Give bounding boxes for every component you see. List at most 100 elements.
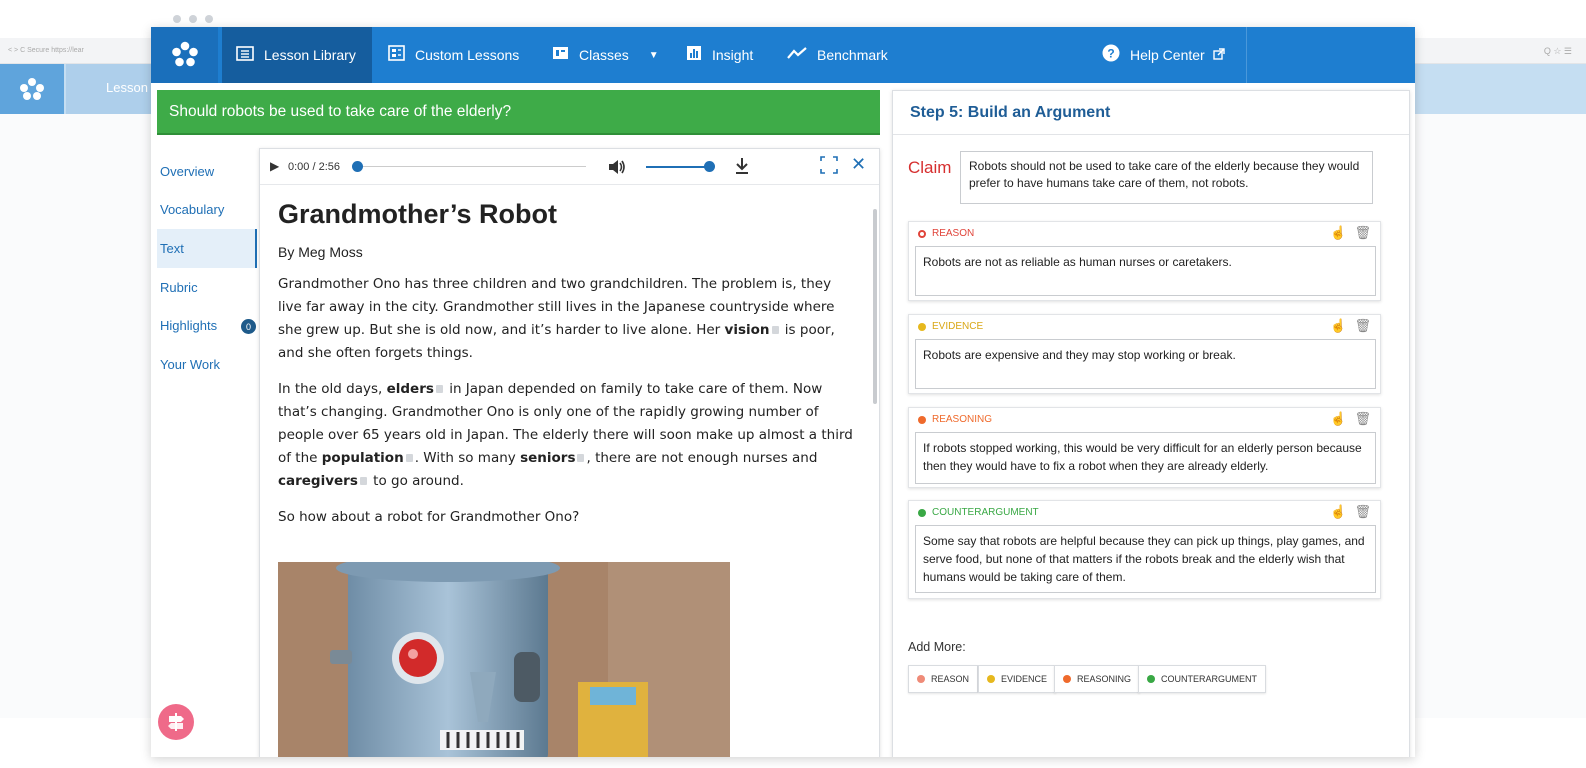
volume-slider[interactable]	[646, 166, 710, 168]
add-button-label: COUNTERARGUMENT	[1161, 674, 1257, 684]
card-type-label: EVIDENCE	[918, 321, 983, 332]
sidebar-item-overview[interactable]: Overview	[157, 152, 257, 191]
window-dots	[173, 10, 221, 28]
close-icon[interactable]: ✕	[851, 154, 866, 175]
nav-insight-label: Insight	[712, 47, 754, 63]
sidebar-item-label: Text	[160, 240, 184, 256]
drag-handle-icon[interactable]: ☝	[1330, 504, 1346, 519]
card-actions: ☝ 🗑	[1330, 504, 1371, 520]
guide-signpost-button[interactable]	[158, 704, 194, 740]
trash-icon[interactable]: 🗑	[1354, 504, 1371, 519]
reason-dot-icon	[918, 229, 926, 238]
evidence-dot-icon	[987, 675, 995, 683]
divider	[893, 134, 1409, 135]
vocab-word[interactable]: seniors	[520, 450, 575, 466]
add-reasoning-button[interactable]: REASONING	[1054, 665, 1141, 693]
background-address-text: < > C Secure https://lear	[8, 47, 84, 54]
card-type-label: REASON	[918, 228, 974, 239]
audio-progress-track[interactable]	[356, 166, 586, 167]
text-reader: ▶ 0:00 / 2:56 ✕ Grandmother’s Robot By M…	[259, 148, 880, 757]
reasoning-dot-icon	[1063, 675, 1071, 683]
drag-handle-icon[interactable]: ☝	[1330, 411, 1346, 426]
argument-card-counterargument: COUNTERARGUMENT ☝ 🗑 Some say that robots …	[908, 500, 1381, 599]
trash-icon[interactable]: 🗑	[1354, 318, 1371, 333]
nav-custom-lessons[interactable]: Custom Lessons	[388, 27, 519, 83]
card-textarea[interactable]: Robots are expensive and they may stop w…	[915, 339, 1376, 389]
add-button-label: REASONING	[1077, 674, 1132, 684]
card-type-text: REASON	[932, 228, 975, 239]
vocab-icon[interactable]	[771, 326, 779, 334]
paragraph-text: So how about a robot for Grandmother Ono…	[278, 509, 580, 525]
bar-chart-icon	[686, 45, 702, 65]
article-paragraph: So how about a robot for Grandmother Ono…	[278, 506, 858, 529]
nav-classes[interactable]: Classes ▼	[552, 27, 659, 83]
add-button-label: EVIDENCE	[1001, 674, 1048, 684]
article-body: Grandmother’s Robot By Meg Moss Grandmot…	[278, 199, 858, 529]
nav-classes-label: Classes	[579, 47, 629, 63]
paragraph-text: In the old days,	[278, 381, 383, 397]
sidebar-item-text[interactable]: Text	[157, 229, 257, 268]
vocab-word[interactable]: population	[322, 450, 404, 466]
add-counterargument-button[interactable]: COUNTERARGUMENT	[1138, 665, 1266, 693]
card-type-text: REASONING	[932, 414, 993, 425]
nav-lesson-library[interactable]: Lesson Library	[222, 27, 372, 83]
nav-insight[interactable]: Insight	[686, 27, 753, 83]
vocab-icon[interactable]	[577, 454, 585, 462]
card-type-text: COUNTERARGUMENT	[932, 507, 1039, 518]
background-logo-icon	[20, 78, 44, 100]
card-textarea[interactable]: If robots stopped working, this would be…	[915, 432, 1376, 484]
card-textarea[interactable]: Robots are not as reliable as human nurs…	[915, 246, 1376, 296]
volume-icon[interactable]	[607, 158, 627, 180]
vocab-word[interactable]: caregivers	[278, 473, 358, 489]
claim-textarea[interactable]: Robots should not be used to take care o…	[960, 151, 1373, 204]
volume-knob[interactable]	[704, 161, 715, 172]
trash-icon[interactable]: 🗑	[1354, 225, 1371, 240]
play-icon[interactable]: ▶	[270, 159, 279, 173]
argument-card-evidence: EVIDENCE ☝ 🗑 Robots are expensive and the…	[908, 314, 1381, 394]
fullscreen-icon[interactable]	[820, 156, 838, 177]
sidebar-item-label: Your Work	[160, 356, 220, 372]
background-lesson-tab: Lesson	[66, 64, 156, 114]
nav-benchmark[interactable]: Benchmark	[787, 27, 888, 83]
top-nav: Lesson Library Custom Lessons Classes ▼ …	[151, 27, 1415, 83]
sidebar-item-rubric[interactable]: Rubric	[157, 268, 257, 307]
vocab-icon[interactable]	[359, 477, 367, 485]
argument-card-reason: REASON ☝ 🗑 Robots are not as reliable as …	[908, 221, 1381, 301]
sidebar-item-label: Overview	[160, 163, 215, 179]
add-evidence-button[interactable]: EVIDENCE	[978, 665, 1057, 693]
paragraph-text: to go around.	[373, 473, 464, 489]
trash-icon[interactable]: 🗑	[1354, 411, 1371, 426]
nav-help-center[interactable]: ? Help Center	[1102, 27, 1225, 83]
vocab-word[interactable]: vision	[725, 322, 770, 338]
sidebar-item-highlights[interactable]: Highlights 0	[157, 306, 257, 345]
app-logo[interactable]	[151, 27, 218, 83]
chevron-down-icon[interactable]: ▼	[649, 50, 659, 61]
drag-handle-icon[interactable]: ☝	[1330, 318, 1346, 333]
sidebar-item-vocabulary[interactable]: Vocabulary	[157, 191, 257, 230]
drag-handle-icon[interactable]: ☝	[1330, 225, 1346, 240]
vocab-word[interactable]: elders	[387, 381, 434, 397]
audio-time: 0:00 / 2:56	[288, 161, 340, 173]
card-textarea[interactable]: Some say that robots are helpful because…	[915, 525, 1376, 593]
book-icon	[236, 45, 254, 65]
sidebar-item-your-work[interactable]: Your Work	[157, 345, 257, 384]
vocab-icon[interactable]	[435, 385, 443, 393]
article-title: Grandmother’s Robot	[278, 199, 558, 229]
add-button-label: REASON	[931, 674, 970, 684]
background-lesson-label: Lesson	[106, 80, 148, 95]
card-actions: ☝ 🗑	[1330, 411, 1371, 427]
vocab-icon[interactable]	[405, 454, 413, 462]
reader-scrollbar[interactable]	[873, 209, 877, 404]
download-icon[interactable]	[734, 157, 750, 180]
sidebar-item-label: Rubric	[160, 279, 198, 295]
sidebar-item-label: Vocabulary	[160, 202, 225, 218]
nav-divider	[1246, 27, 1247, 83]
article-paragraph: In the old days, elders in Japan depende…	[278, 378, 858, 493]
question-banner: Should robots be used to take care of th…	[157, 90, 880, 135]
paragraph-text: . With so many	[414, 450, 516, 466]
reasoning-dot-icon	[918, 415, 926, 424]
svg-text:?: ?	[1107, 47, 1114, 61]
audio-progress-knob[interactable]	[352, 161, 363, 172]
add-reason-button[interactable]: REASON	[908, 665, 979, 693]
card-actions: ☝ 🗑	[1330, 225, 1371, 241]
